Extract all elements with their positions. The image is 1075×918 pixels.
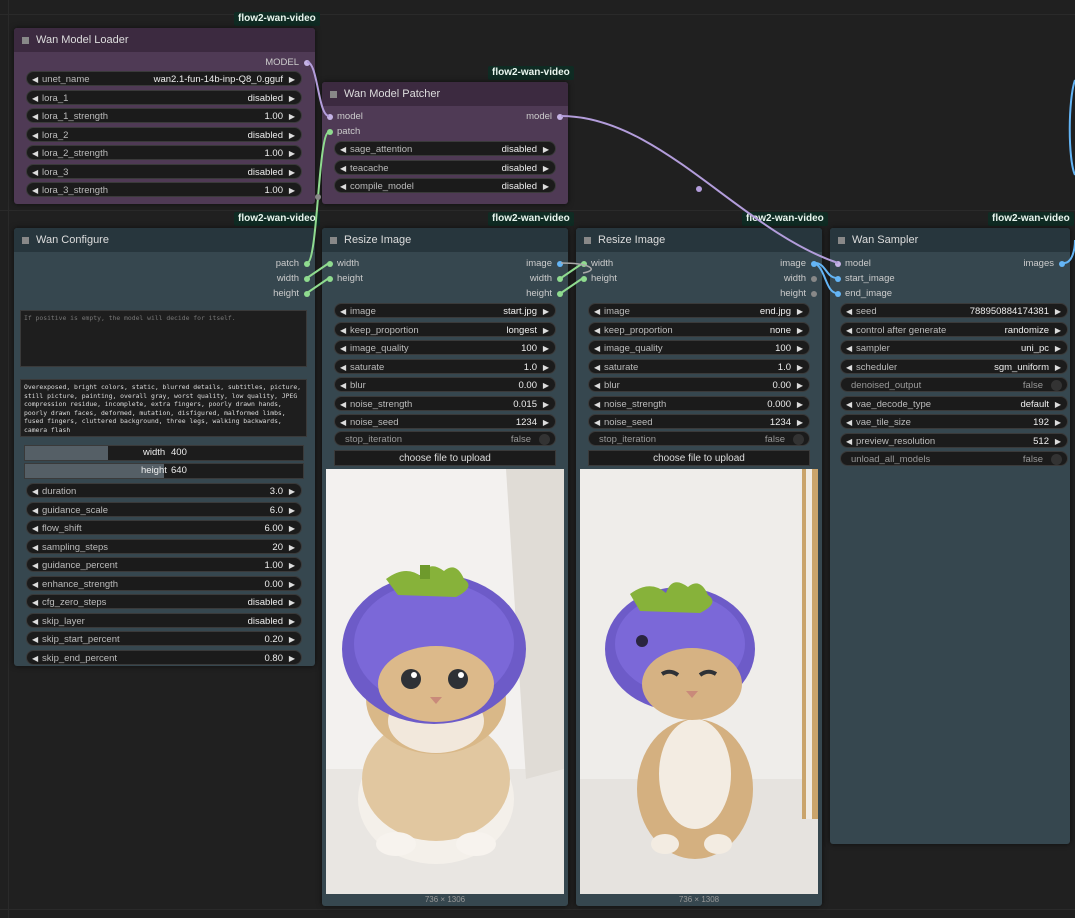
connection-wires: [306, 61, 1075, 294]
wire-height[interactable]: [560, 277, 584, 294]
wire-height[interactable]: [306, 277, 330, 294]
wire-offscreen[interactable]: [1068, 79, 1075, 176]
wire-model[interactable]: [306, 61, 330, 117]
wire-midpoint-icon[interactable]: [315, 194, 321, 200]
wire-images[interactable]: [1063, 239, 1075, 264]
graph-canvas[interactable]: flow2-wan-video flow2-wan-video flow2-wa…: [0, 0, 1075, 918]
wire-width[interactable]: [306, 262, 330, 279]
wire-midpoint-icon[interactable]: [696, 186, 702, 192]
wire-width[interactable]: [560, 262, 584, 279]
